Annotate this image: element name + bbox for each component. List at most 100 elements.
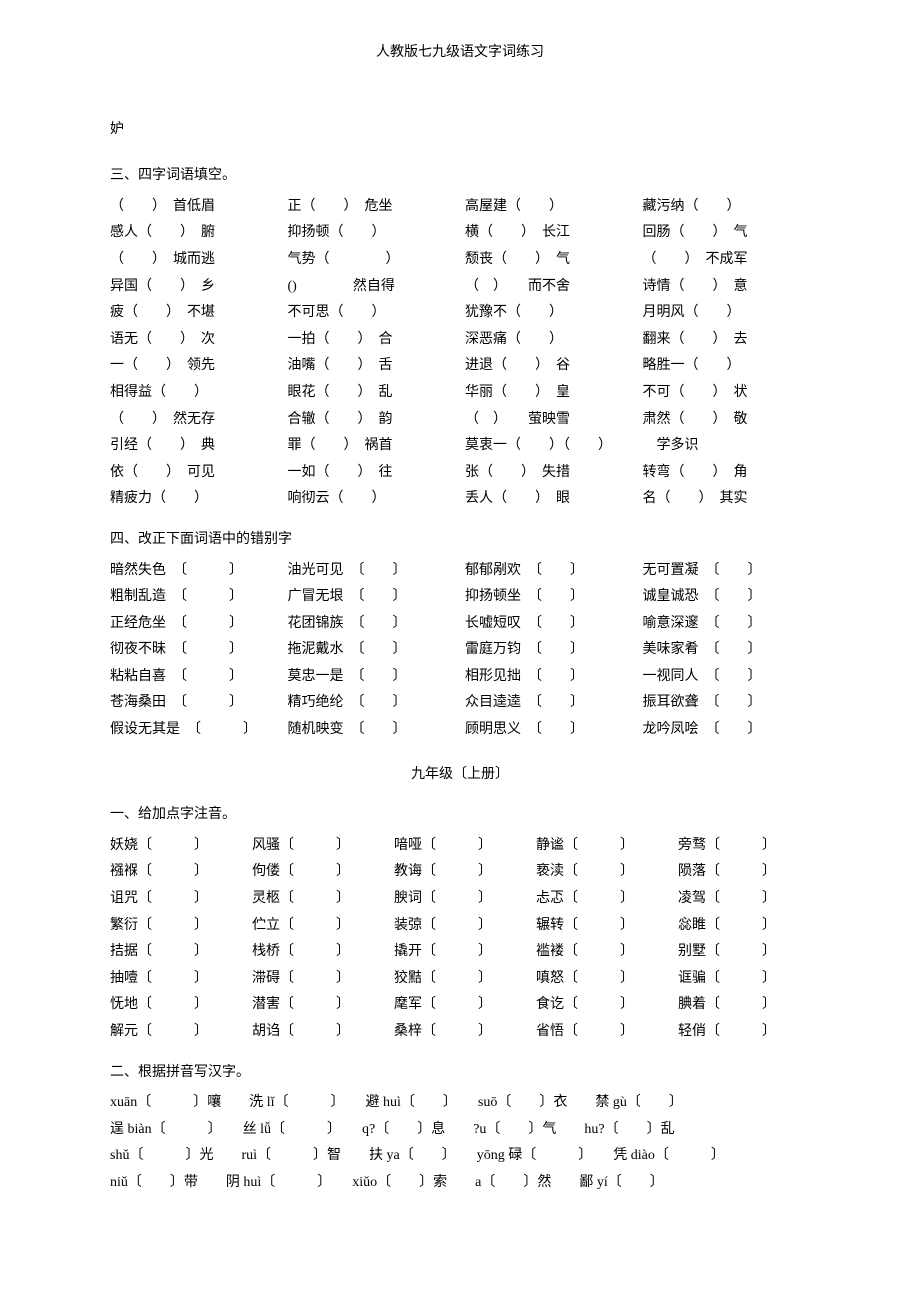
exercise-cell: 张（ ） 失措 (465, 460, 633, 487)
exercise-cell: 诅咒〔 〕 (110, 886, 242, 913)
exercise-cell: （ ） 然无存 (110, 407, 278, 434)
exercise-cell: 诚皇诚恐 〔 〕 (643, 584, 811, 611)
exercise-cell: 龙吟凤哙 〔 〕 (643, 717, 811, 744)
pinyin-line: xuān〔 〕嚷 洗 lǐ〔 〕 避 huì〔 〕 suō〔 〕衣 禁 gù〔 … (110, 1090, 810, 1117)
exercise-cell: 教诲〔 〕 (394, 859, 526, 886)
exercise-cell: 相形见拙 〔 〕 (465, 664, 633, 691)
exercise-cell: 略胜一（ ） (643, 353, 811, 380)
exercise-cell: 装弶〔 〕 (394, 913, 526, 940)
exercise-cell: 胡诌〔 〕 (252, 1019, 384, 1046)
grade9-title: 九年级〔上册〕 (110, 762, 810, 789)
exercise-cell: 高屋建（ ） (465, 194, 633, 221)
exercise-cell: 喑哑〔 〕 (394, 833, 526, 860)
exercise-cell: 旁骛〔 〕 (678, 833, 810, 860)
exercise-cell: 不可思（ ） (288, 300, 456, 327)
exercise-cell: 一拍（ ） 合 (288, 327, 456, 354)
exercise-cell: 狡黠〔 〕 (394, 966, 526, 993)
exercise-cell: 粘粘自喜 〔 〕 (110, 664, 278, 691)
exercise-cell: （ ） 不成军 (643, 247, 811, 274)
pinyin-line: shǔ〔 〕光 ruì〔 〕智 扶 ya〔 〕 yōng 碌〔 〕 凭 diào… (110, 1143, 810, 1170)
exercise-cell: 陨落〔 〕 (678, 859, 810, 886)
exercise-cell: 不可（ ） 状 (643, 380, 811, 407)
exercise-cell: 莫衷一（ ）（ ） (465, 433, 633, 460)
exercise-cell: （ ） 首低眉 (110, 194, 278, 221)
exercise-cell: 丢人（ ） 眼 (465, 486, 633, 513)
exercise-cell: 回肠（ ） 气 (643, 220, 811, 247)
exercise-cell: 抽噎〔 〕 (110, 966, 242, 993)
page-title: 人教版七九级语文字词练习 (110, 40, 810, 67)
section3-grid: （ ） 首低眉正（ ） 危坐高屋建（ ） 藏污纳（ ） 感人（ ） 腑抑扬顿（ ） 横… (110, 194, 810, 513)
exercise-cell: （ ） 城而逃 (110, 247, 278, 274)
exercise-cell: 郁郁剐欢 〔 〕 (465, 558, 633, 585)
exercise-cell: 月明风（ ） (643, 300, 811, 327)
exercise-cell: 雷庭万钧 〔 〕 (465, 637, 633, 664)
exercise-cell: 相得益（ ） (110, 380, 278, 407)
exercise-cell: 精疲力（ ） (110, 486, 278, 513)
exercise-cell: 麾军〔 〕 (394, 992, 526, 1019)
exercise-cell: 精巧绝纶 〔 〕 (288, 690, 456, 717)
exercise-cell: 抑扬顿坐 〔 〕 (465, 584, 633, 611)
exercise-cell: 腆着〔 〕 (678, 992, 810, 1019)
exercise-cell: 桑梓〔 〕 (394, 1019, 526, 1046)
exercise-cell: （ ） 萤映雪 (465, 407, 633, 434)
exercise-cell: 一视同人 〔 〕 (643, 664, 811, 691)
exercise-cell: 惢睢〔 〕 (678, 913, 810, 940)
section3-heading: 三、四字词语填空。 (110, 163, 810, 190)
exercise-cell: 诗情（ ） 意 (643, 274, 811, 301)
exercise-cell: 佝偻〔 〕 (252, 859, 384, 886)
exercise-cell: 一（ ） 领先 (110, 353, 278, 380)
exercise-cell: 随机映变 〔 〕 (288, 717, 456, 744)
exercise-cell: 腴词〔 〕 (394, 886, 526, 913)
exercise-cell: 正经危坐 〔 〕 (110, 611, 278, 638)
exercise-cell: 拖泥戴水 〔 〕 (288, 637, 456, 664)
exercise-cell: 华丽（ ） 皇 (465, 380, 633, 407)
exercise-cell: 无可置凝 〔 〕 (643, 558, 811, 585)
exercise-cell: 异国（ ） 乡 (110, 274, 278, 301)
section5-grid: 妖娆〔 〕风骚〔 〕喑哑〔 〕静谧〔 〕旁骛〔 〕襁褓〔 〕佝偻〔 〕教诲〔 〕… (110, 833, 810, 1046)
exercise-cell: 横（ ） 长江 (465, 220, 633, 247)
exercise-cell: 藏污纳（ ） (643, 194, 811, 221)
exercise-cell: 进退（ ） 谷 (465, 353, 633, 380)
exercise-cell: 振耳欲聋 〔 〕 (643, 690, 811, 717)
exercise-cell: 彻夜不昧 〔 〕 (110, 637, 278, 664)
exercise-cell: 美味家肴 〔 〕 (643, 637, 811, 664)
exercise-cell: 感人（ ） 腑 (110, 220, 278, 247)
exercise-cell: 气势（ ） (288, 247, 456, 274)
exercise-cell: 颓丧（ ） 气 (465, 247, 633, 274)
exercise-cell: 犹豫不（ ） (465, 300, 633, 327)
exercise-cell: 褴褛〔 〕 (536, 939, 668, 966)
exercise-cell: 粗制乱造 〔 〕 (110, 584, 278, 611)
section6-heading: 二、根据拼音写汉字。 (110, 1060, 810, 1087)
exercise-cell: 辗转〔 〕 (536, 913, 668, 940)
exercise-cell: 撬开〔 〕 (394, 939, 526, 966)
exercise-cell: 嗔怒〔 〕 (536, 966, 668, 993)
exercise-cell: 深恶痛（ ） (465, 327, 633, 354)
exercise-cell: 别墅〔 〕 (678, 939, 810, 966)
exercise-cell: 栈桥〔 〕 (252, 939, 384, 966)
exercise-cell: 怃地〔 〕 (110, 992, 242, 1019)
exercise-cell: 正（ ） 危坐 (288, 194, 456, 221)
exercise-cell: 解元〔 〕 (110, 1019, 242, 1046)
exercise-cell: 繁衍〔 〕 (110, 913, 242, 940)
exercise-cell: 忐忑〔 〕 (536, 886, 668, 913)
exercise-cell: 静谧〔 〕 (536, 833, 668, 860)
exercise-cell: 罪（ ） 祸首 (288, 433, 456, 460)
exercise-cell: 食讫〔 〕 (536, 992, 668, 1019)
section4-grid: 暗然失色 〔 〕油光可见 〔 〕郁郁剐欢 〔 〕无可置凝 〔 〕粗制乱造 〔 〕… (110, 558, 810, 744)
isolated-char: 妒 (110, 117, 810, 144)
exercise-cell: 肃然（ ） 敬 (643, 407, 811, 434)
section4-heading: 四、改正下面词语中的错别字 (110, 527, 810, 554)
exercise-cell: 凌驾〔 〕 (678, 886, 810, 913)
exercise-cell: 拮据〔 〕 (110, 939, 242, 966)
pinyin-line: niǔ〔 〕带 阴 huì〔 〕 xiǔo〔 〕索 a〔 〕然 鄙 yí〔 〕 (110, 1170, 810, 1197)
section5-heading: 一、给加点字注音。 (110, 802, 810, 829)
exercise-cell: 响彻云（ ） (288, 486, 456, 513)
exercise-cell: 轻俏〔 〕 (678, 1019, 810, 1046)
exercise-cell: 一如（ ） 往 (288, 460, 456, 487)
exercise-cell: 滞碍〔 〕 (252, 966, 384, 993)
exercise-cell: 疲（ ） 不堪 (110, 300, 278, 327)
exercise-cell: 长嘘短叹 〔 〕 (465, 611, 633, 638)
exercise-cell: 合辙（ ） 韵 (288, 407, 456, 434)
exercise-cell: 抑扬顿（ ） (288, 220, 456, 247)
exercise-cell: 引经（ ） 典 (110, 433, 278, 460)
